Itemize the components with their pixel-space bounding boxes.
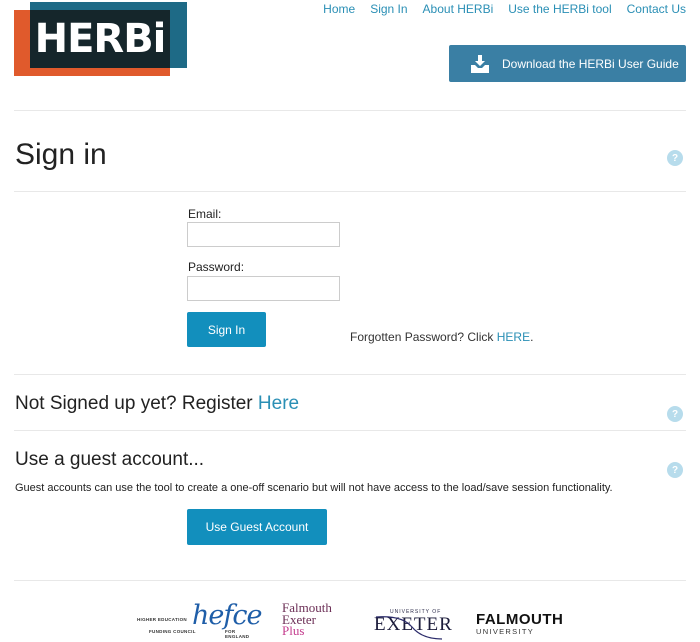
exeter-swoosh-icon — [375, 616, 443, 640]
university-of-exeter-logo: UNIVERSITY OF EXETER — [372, 609, 452, 641]
title-divider — [14, 191, 686, 192]
register-link[interactable]: Here — [258, 393, 299, 414]
question-icon[interactable]: ? — [667, 406, 683, 422]
password-field[interactable] — [187, 276, 340, 301]
nav-contact[interactable]: Contact Us — [627, 2, 686, 16]
guest-account-description: Guest accounts can use the tool to creat… — [15, 482, 613, 494]
register-text: Not Signed up yet? Register — [15, 393, 258, 414]
question-icon[interactable]: ? — [667, 462, 683, 478]
falmouth-sub: UNIVERSITY — [476, 627, 535, 636]
falmouth-university-logo: FALMOUTH UNIVERSITY — [476, 612, 563, 636]
guest-account-heading: Use a guest account... — [15, 449, 205, 470]
download-icon — [471, 54, 489, 73]
falmouth-name: FALMOUTH — [476, 611, 564, 628]
logo-text: HERBi — [34, 16, 167, 62]
use-guest-account-button[interactable]: Use Guest Account — [187, 509, 327, 545]
hefce-logo: HIGHER EDUCATION hefce FUNDING COUNCIL F… — [137, 600, 262, 640]
footer-divider — [14, 580, 686, 581]
fep-line3: Plus — [282, 623, 305, 638]
hefce-line1: HIGHER EDUCATION — [137, 617, 187, 622]
question-icon[interactable]: ? — [667, 150, 683, 166]
download-label: Download the HERBi User Guide — [502, 56, 679, 71]
nav-use-tool[interactable]: Use the HERBi tool — [508, 2, 611, 16]
hefce-line2b: FOR ENGLAND — [225, 629, 250, 639]
forgot-password-prefix: Forgotten Password? Click — [350, 330, 497, 344]
password-label: Password: — [188, 260, 245, 274]
hefce-line2a: FUNDING COUNCIL — [149, 629, 196, 634]
top-nav: Home Sign In About HERBi Use the HERBi t… — [323, 2, 686, 16]
nav-about[interactable]: About HERBi — [423, 2, 494, 16]
herbi-logo[interactable]: HERBi — [14, 2, 187, 76]
forgot-password-suffix: . — [530, 330, 534, 344]
nav-sign-in[interactable]: Sign In — [370, 2, 407, 16]
email-label: Email: — [188, 207, 222, 221]
page-title: Sign in — [15, 138, 107, 171]
help-glyph: ? — [671, 408, 679, 420]
help-glyph: ? — [671, 152, 679, 164]
header-divider — [14, 110, 686, 111]
help-glyph: ? — [671, 464, 679, 476]
register-heading: Not Signed up yet? Register Here — [15, 393, 299, 415]
forgot-password-text: Forgotten Password? Click HERE. — [350, 330, 533, 344]
form-divider — [14, 374, 686, 375]
forgot-password-link[interactable]: HERE — [497, 330, 530, 344]
register-divider — [14, 430, 686, 431]
falmouth-exeter-plus-logo: Falmouth Exeter Plus — [282, 601, 332, 638]
download-user-guide-button[interactable]: Download the HERBi User Guide — [449, 45, 686, 82]
email-field[interactable] — [187, 222, 340, 247]
hefce-name: hefce — [192, 600, 262, 631]
sign-in-button[interactable]: Sign In — [187, 312, 266, 347]
nav-home[interactable]: Home — [323, 2, 355, 16]
